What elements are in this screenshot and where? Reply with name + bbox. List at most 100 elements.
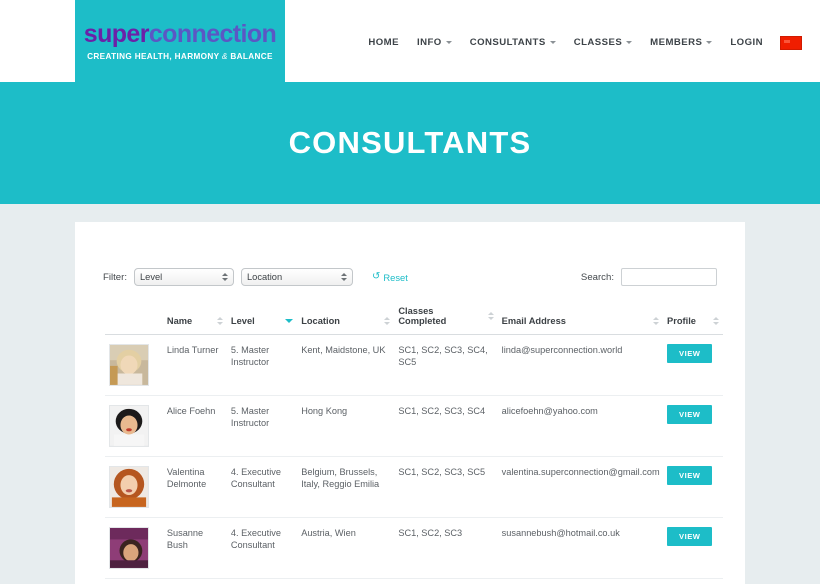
reset-circular-arrow-icon: ↺	[371, 271, 381, 282]
nav-item-members-label: MEMBERS	[650, 37, 703, 48]
column-header-profile-label: Profile	[667, 316, 696, 326]
logo-connection-text: connection	[148, 19, 277, 48]
cell-location: Hong Kong	[297, 395, 395, 457]
avatar-cell	[105, 334, 163, 396]
avatar-cell	[105, 395, 163, 457]
column-header-classes-completed-label: Classes Completed	[398, 306, 447, 326]
logo-wordmark: superconnection	[83, 19, 277, 48]
cell-classes-completed: SC1, SC2, SC3	[394, 517, 498, 579]
cell-location: Deal, Kent, UK	[297, 579, 394, 584]
page-body: Filter: Level Location ↺ Reset Search: N…	[0, 204, 820, 584]
nav-item-info-label: INFO	[416, 37, 442, 48]
table-row: Susan Fairley 4. Executive Consultant De…	[105, 579, 723, 584]
cell-email-address: susan@sandownsolutions.co.uk	[498, 579, 663, 584]
consultants-table: Name Level Location Classes Completed Em…	[105, 302, 723, 584]
reset-filters-button[interactable]: ↺ Reset	[372, 272, 408, 283]
logo-super-text: super	[83, 19, 150, 48]
main-navigation: HOME INFO CONSULTANTS CLASSES MEMBERS LO…	[359, 33, 802, 52]
cell-profile: VIEW	[663, 579, 723, 584]
cell-profile: VIEW	[663, 395, 723, 457]
avatar	[109, 466, 149, 508]
sort-indicator-icon	[713, 317, 719, 325]
nav-item-info[interactable]: INFO	[408, 33, 461, 52]
logo-tagline: CREATING HEALTH, HARMONY & BALANCE	[87, 52, 273, 61]
cell-location: Austria, Wien	[297, 517, 395, 579]
column-header-email-address[interactable]: Email Address	[497, 302, 664, 335]
column-header-location[interactable]: Location	[297, 302, 395, 335]
column-header-level-label: Level	[230, 316, 255, 326]
cell-name: Susanne Bush	[162, 517, 227, 579]
cell-level: 4. Executive Consultant	[226, 456, 298, 518]
table-row: Valentina Delmonte 4. Executive Consulta…	[105, 456, 723, 518]
cell-location: Kent, Maidstone, UK	[297, 334, 395, 396]
filter-group: Filter: Level Location ↺ Reset	[103, 268, 408, 286]
cell-name: Linda Turner	[162, 334, 227, 396]
logo-tagline-part1: CREATING HEALTH, HARMONY	[87, 51, 220, 61]
content-card: Filter: Level Location ↺ Reset Search: N…	[75, 222, 745, 584]
stepper-arrows-icon	[221, 273, 228, 281]
cell-location: Belgium, Brussels, Italy, Reggio Emilia	[297, 456, 395, 518]
nav-item-home[interactable]: HOME	[359, 33, 408, 52]
nav-item-classes-label: CLASSES	[573, 37, 623, 48]
logo-tagline-part2: BALANCE	[230, 51, 273, 61]
nav-item-consultants[interactable]: CONSULTANTS	[461, 33, 565, 52]
column-header-name[interactable]: Name	[162, 302, 227, 335]
cell-level: 4. Executive Consultant	[226, 517, 298, 579]
cell-classes-completed: SC1, SC2, SC3, SC5	[394, 456, 498, 518]
filter-location-select[interactable]: Location	[240, 268, 353, 286]
nav-item-login-label: LOGIN	[730, 37, 763, 48]
nav-item-consultants-label: CONSULTANTS	[469, 37, 546, 48]
avatar	[109, 405, 149, 447]
table-row: Susanne Bush 4. Executive Consultant Aus…	[105, 517, 723, 579]
stepper-arrows-icon	[340, 273, 347, 281]
nav-item-classes[interactable]: CLASSES	[565, 33, 641, 52]
column-header-location-label: Location	[301, 316, 340, 326]
cell-name: Valentina Delmonte	[162, 456, 227, 518]
cell-classes-completed: SC1, SC2, SC3, SC4, SC5	[394, 334, 498, 396]
filter-level-select[interactable]: Level	[133, 268, 234, 286]
view-profile-button[interactable]: VIEW	[667, 344, 713, 363]
column-header-name-label: Name	[166, 316, 193, 326]
reset-label: Reset	[383, 271, 408, 283]
view-profile-button[interactable]: VIEW	[667, 466, 713, 485]
avatar-cell	[105, 456, 163, 518]
cell-email-address: linda@superconnection.world	[497, 334, 664, 396]
cell-email-address: alicefoehn@yahoo.com	[497, 395, 664, 457]
sort-indicator-icon	[487, 312, 494, 320]
nav-item-members[interactable]: MEMBERS	[641, 33, 721, 52]
view-profile-button[interactable]: VIEW	[667, 527, 713, 546]
cell-level: 5. Master Instructor	[226, 395, 298, 457]
nav-item-login[interactable]: LOGIN	[721, 33, 772, 52]
cell-classes-completed: SC1, SC2, SC3, SC5	[394, 579, 497, 584]
avatar	[109, 527, 149, 569]
table-controls: Filter: Level Location ↺ Reset Search:	[103, 268, 717, 290]
filter-label: Filter:	[103, 271, 127, 283]
column-header-email-address-label: Email Address	[501, 316, 566, 326]
table-body: Linda Turner 5. Master Instructor Kent, …	[105, 334, 723, 584]
column-header-classes-completed[interactable]: Classes Completed	[394, 302, 498, 335]
cell-profile: VIEW	[663, 517, 723, 579]
sort-indicator-active-icon	[285, 319, 294, 323]
table-row: Linda Turner 5. Master Instructor Kent, …	[105, 334, 723, 396]
column-header-profile[interactable]: Profile	[663, 302, 723, 335]
chevron-down-icon	[445, 41, 452, 44]
column-header-level[interactable]: Level	[226, 302, 298, 335]
page-title: CONSULTANTS	[288, 125, 532, 160]
sort-indicator-icon	[216, 317, 223, 325]
china-flag-icon[interactable]	[780, 35, 802, 50]
page-root: superconnection CREATING HEALTH, HARMONY…	[0, 0, 820, 584]
chevron-down-icon	[549, 41, 556, 44]
table-row: Alice Foehn 5. Master Instructor Hong Ko…	[105, 395, 723, 457]
search-input[interactable]	[621, 268, 717, 286]
table-header-row: Name Level Location Classes Completed Em…	[105, 302, 723, 335]
cell-email-address: valentina.superconnection@gmail.com	[497, 456, 664, 518]
filter-location-value: Location	[246, 272, 283, 282]
avatar-cell	[105, 579, 163, 584]
site-header: superconnection CREATING HEALTH, HARMONY…	[0, 0, 820, 82]
site-logo[interactable]: superconnection CREATING HEALTH, HARMONY…	[75, 0, 285, 82]
cell-level: 5. Master Instructor	[226, 334, 298, 396]
cell-profile: VIEW	[663, 456, 723, 518]
search-label: Search:	[580, 271, 614, 283]
view-profile-button[interactable]: VIEW	[667, 405, 713, 424]
cell-classes-completed: SC1, SC2, SC3, SC4	[394, 395, 498, 457]
